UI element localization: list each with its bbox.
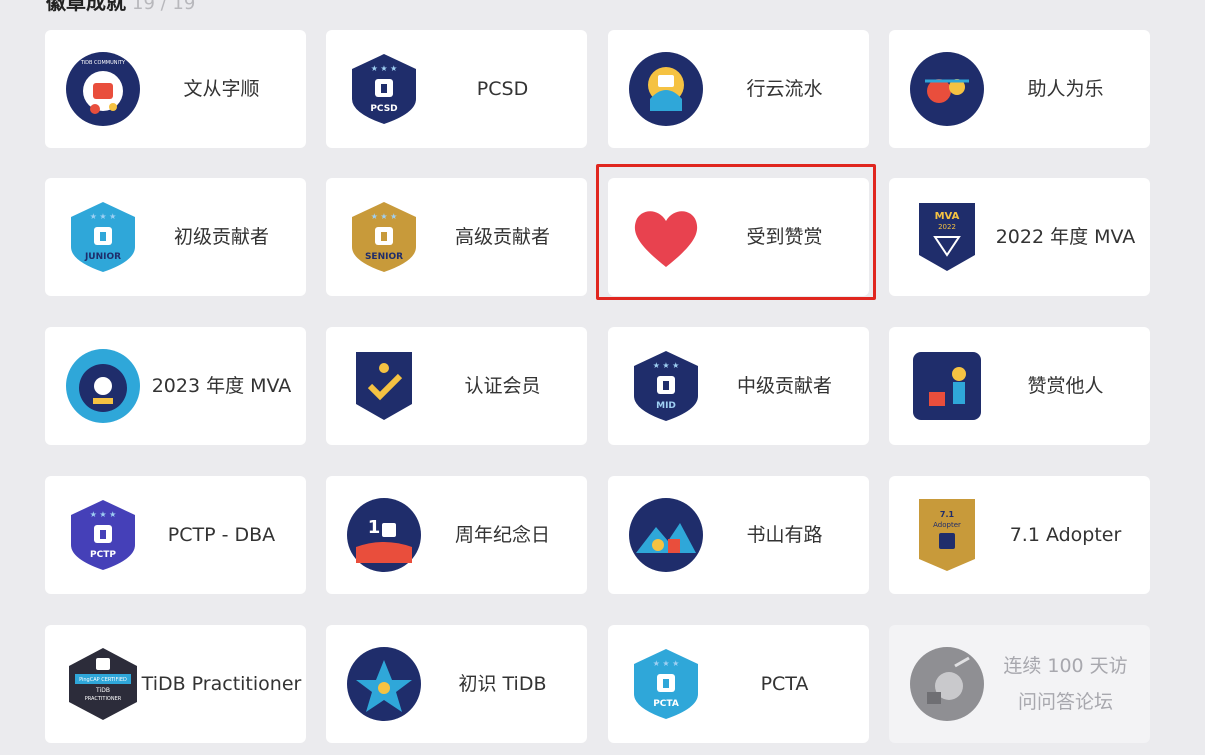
mid-contributor-badge-icon: ★ ★ ★ MID xyxy=(628,348,704,424)
svg-text:PRACTITIONER: PRACTITIONER xyxy=(85,696,122,702)
badge-card[interactable]: TiDB COMMUNITY 文从字顺 xyxy=(45,30,306,148)
svg-text:★ ★ ★: ★ ★ ★ xyxy=(90,510,117,519)
badge-card[interactable]: ★ ★ ★ SENIOR 高级贡献者 xyxy=(326,178,587,296)
badge-card[interactable]: 2023 年度 MVA xyxy=(45,327,306,445)
svg-text:TiDB: TiDB xyxy=(95,687,110,694)
badge-name: 认证会员 xyxy=(464,375,541,397)
badge-name: 连续 100 天访问问答论坛 xyxy=(1003,655,1128,713)
svg-text:MVA: MVA xyxy=(935,211,960,222)
anniversary-badge-icon: 1 xyxy=(346,497,422,573)
badge-card[interactable]: 书山有路 xyxy=(608,476,869,594)
badge-card[interactable]: ★ ★ ★ MID 中级贡献者 xyxy=(608,327,869,445)
badge-card[interactable]: 初识 TiDB xyxy=(326,625,587,743)
svg-text:SENIOR: SENIOR xyxy=(365,252,403,262)
svg-text:PingCAP CERTIFIED: PingCAP CERTIFIED xyxy=(79,677,127,683)
svg-text:PCTA: PCTA xyxy=(653,699,679,709)
svg-text:★ ★ ★: ★ ★ ★ xyxy=(90,212,117,221)
badge-card[interactable]: 1 周年纪念日 xyxy=(326,476,587,594)
svg-text:7.1: 7.1 xyxy=(940,510,955,519)
mva-2022-badge-icon: MVA 2022 xyxy=(909,199,985,275)
svg-text:JUNIOR: JUNIOR xyxy=(84,252,121,262)
badge-card[interactable]: MVA 2022 2022 年度 MVA xyxy=(889,178,1150,296)
svg-text:Adopter: Adopter xyxy=(933,521,961,529)
verified-member-badge-icon xyxy=(346,348,422,424)
zhurenweile-badge-icon xyxy=(909,51,985,127)
badge-name: 文从字顺 xyxy=(183,78,260,100)
badge-name: 行云流水 xyxy=(746,78,823,100)
badge-name: 初级贡献者 xyxy=(173,226,269,248)
badge-card[interactable]: 受到赞赏 xyxy=(608,178,869,296)
badge-card[interactable]: 行云流水 xyxy=(608,30,869,148)
svg-text:★ ★ ★: ★ ★ ★ xyxy=(371,212,398,221)
appreciate-others-badge-icon xyxy=(909,348,985,424)
badge-name: 书山有路 xyxy=(746,524,823,546)
pcta-badge-icon: ★ ★ ★ PCTA xyxy=(628,646,704,722)
badge-card[interactable]: 7.1 Adopter 7.1 Adopter xyxy=(889,476,1150,594)
badge-name: 7.1 Adopter xyxy=(1009,524,1122,546)
badge-grid: TiDB COMMUNITY 文从字顺 ★ ★ ★ PCSD PCSD 行云流水 助… xyxy=(45,30,1155,755)
chushi-tidb-badge-icon xyxy=(346,646,422,722)
badge-name: 受到赞赏 xyxy=(746,226,823,248)
visit-100-days-badge-icon xyxy=(909,646,985,722)
badge-name: 周年纪念日 xyxy=(454,524,550,546)
junior-contributor-badge-icon: ★ ★ ★ JUNIOR xyxy=(65,199,141,275)
svg-text:PCTP: PCTP xyxy=(90,550,116,560)
shushanyoulu-badge-icon xyxy=(628,497,704,573)
badge-card[interactable]: ★ ★ ★ PCSD PCSD xyxy=(326,30,587,148)
svg-text:PCSD: PCSD xyxy=(370,104,397,114)
svg-text:TiDB COMMUNITY: TiDB COMMUNITY xyxy=(80,60,126,66)
badge-card[interactable]: ★ ★ ★ PCTP PCTP - DBA xyxy=(45,476,306,594)
wencongzishun-badge-icon: TiDB COMMUNITY xyxy=(65,51,141,127)
badge-card[interactable]: ★ ★ ★ JUNIOR 初级贡献者 xyxy=(45,178,306,296)
badge-name: 2023 年度 MVA xyxy=(151,375,292,397)
heart-icon xyxy=(628,199,704,275)
mva-2023-badge-icon xyxy=(65,348,141,424)
section-count: 19 / 19 xyxy=(132,0,196,14)
badge-card[interactable]: 赞赏他人 xyxy=(889,327,1150,445)
badge-name: PCTA xyxy=(760,673,809,695)
svg-text:MID: MID xyxy=(656,401,676,411)
tidb-practitioner-badge-icon: PingCAP CERTIFIED TiDB PRACTITIONER xyxy=(65,646,141,722)
badge-card[interactable]: 认证会员 xyxy=(326,327,587,445)
svg-text:★ ★ ★: ★ ★ ★ xyxy=(653,361,680,370)
svg-text:★ ★ ★: ★ ★ ★ xyxy=(653,659,680,668)
xingyunliushui-badge-icon xyxy=(628,51,704,127)
senior-contributor-badge-icon: ★ ★ ★ SENIOR xyxy=(346,199,422,275)
badge-name: 中级贡献者 xyxy=(736,375,832,397)
badge-card[interactable]: ★ ★ ★ PCTA PCTA xyxy=(608,625,869,743)
badge-name: PCSD xyxy=(476,78,529,100)
svg-text:2022: 2022 xyxy=(938,223,956,231)
badge-name: 赞赏他人 xyxy=(1027,375,1104,397)
adopter-7-1-badge-icon: 7.1 Adopter xyxy=(909,497,985,573)
badge-name: TiDB Practitioner xyxy=(141,673,302,695)
section-title-text: 徽章成就 xyxy=(46,0,126,14)
section-title: 徽章成就 19 / 19 xyxy=(46,0,195,15)
badge-card[interactable]: 连续 100 天访问问答论坛 xyxy=(889,625,1150,743)
badge-name: 助人为乐 xyxy=(1027,78,1104,100)
badge-name: 高级贡献者 xyxy=(454,226,550,248)
pcsd-badge-icon: ★ ★ ★ PCSD xyxy=(346,51,422,127)
badge-card[interactable]: 助人为乐 xyxy=(889,30,1150,148)
badge-name: 初识 TiDB xyxy=(458,673,547,695)
badge-name: 2022 年度 MVA xyxy=(995,226,1136,248)
svg-text:1: 1 xyxy=(368,517,381,538)
badge-card[interactable]: PingCAP CERTIFIED TiDB PRACTITIONER TiDB… xyxy=(45,625,306,743)
badge-name: PCTP - DBA xyxy=(167,524,276,546)
svg-text:★ ★ ★: ★ ★ ★ xyxy=(371,64,398,73)
pctp-badge-icon: ★ ★ ★ PCTP xyxy=(65,497,141,573)
